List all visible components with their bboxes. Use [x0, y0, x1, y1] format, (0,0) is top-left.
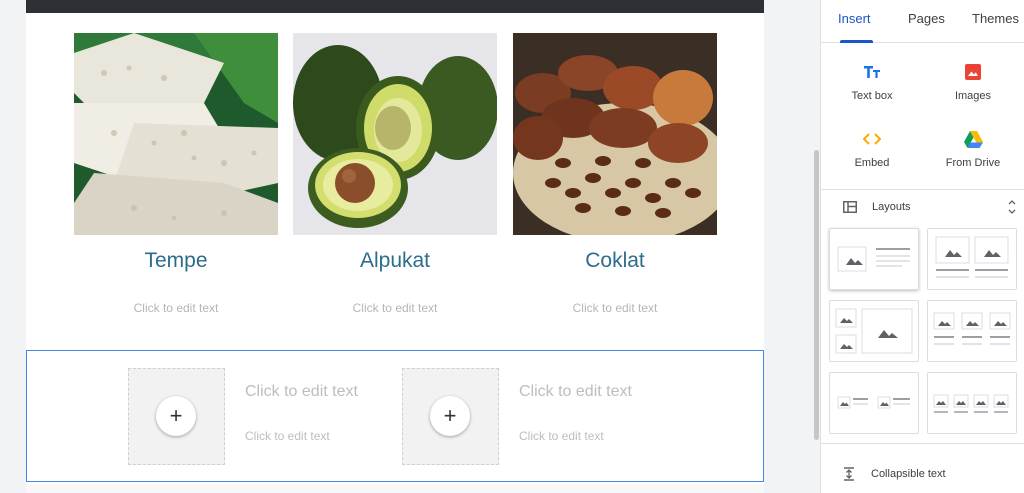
card-body-text[interactable]: Click to edit text — [293, 301, 497, 315]
right-panel: Insert Pages Themes Text box Images Embe… — [820, 0, 1024, 493]
card-title[interactable]: Alpukat — [293, 249, 497, 273]
layout-option-1[interactable] — [829, 228, 919, 290]
selected-section[interactable]: + Click to edit text Click to edit text … — [26, 350, 764, 482]
alpukat-image[interactable] — [293, 33, 497, 235]
insert-item-label: Text box — [851, 90, 893, 102]
add-image-button[interactable]: + — [430, 396, 470, 436]
tempe-image[interactable] — [74, 33, 278, 235]
panel-divider — [821, 443, 1024, 444]
add-image-button[interactable]: + — [156, 396, 196, 436]
insert-text-box-button[interactable]: Text box — [822, 62, 922, 102]
card-title[interactable]: Tempe — [74, 249, 278, 273]
tab-insert[interactable]: Insert — [838, 11, 871, 26]
placeholder-title[interactable]: Click to edit text — [245, 383, 358, 401]
panel-divider — [821, 189, 1024, 190]
text-box-icon — [822, 62, 922, 82]
image-placeholder[interactable]: + — [128, 368, 225, 465]
image-placeholder[interactable]: + — [402, 368, 499, 465]
layout-option-5[interactable] — [829, 372, 919, 434]
collapse-icon[interactable] — [1007, 200, 1017, 214]
insert-embed-button[interactable]: Embed — [822, 129, 922, 169]
next-section-edge — [26, 484, 764, 493]
collapsible-text-label: Collapsible text — [871, 468, 946, 480]
insert-item-label: From Drive — [945, 157, 1001, 169]
header-banner[interactable] — [26, 0, 764, 13]
embed-icon — [822, 129, 922, 149]
active-tab-indicator — [840, 40, 873, 43]
tab-themes[interactable]: Themes — [972, 11, 1019, 26]
card-coklat: Coklat Click to edit text — [513, 33, 717, 315]
layout-option-4[interactable] — [927, 300, 1017, 362]
layout-option-6[interactable] — [927, 372, 1017, 434]
layout-option-2[interactable] — [927, 228, 1017, 290]
card-alpukat: Alpukat Click to edit text — [293, 33, 497, 315]
layouts-label: Layouts — [872, 201, 911, 213]
card-body-text[interactable]: Click to edit text — [513, 301, 717, 315]
placeholder-body[interactable]: Click to edit text — [245, 429, 330, 443]
layout-option-3[interactable] — [829, 300, 919, 362]
tab-pages[interactable]: Pages — [908, 11, 945, 26]
insert-from-drive-button[interactable]: From Drive — [923, 129, 1023, 169]
drive-icon — [923, 129, 1023, 149]
placeholder-body[interactable]: Click to edit text — [519, 429, 604, 443]
coklat-image[interactable] — [513, 33, 717, 235]
collapsible-text-icon — [844, 467, 854, 481]
panel-tabs: Insert Pages Themes — [821, 0, 1024, 43]
insert-item-label: Images — [954, 90, 992, 102]
plus-icon: + — [443, 403, 457, 428]
insert-item-label: Embed — [854, 157, 890, 169]
card-title[interactable]: Coklat — [513, 249, 717, 273]
image-icon — [923, 62, 1023, 82]
insert-images-button[interactable]: Images — [923, 62, 1023, 102]
plus-icon: + — [169, 403, 183, 428]
card-tempe: Tempe Click to edit text — [74, 33, 278, 315]
site-page: Tempe Click to edit text Alpukat Click t… — [26, 0, 764, 493]
layouts-icon — [843, 201, 857, 213]
card-body-text[interactable]: Click to edit text — [74, 301, 278, 315]
placeholder-title[interactable]: Click to edit text — [519, 383, 632, 401]
canvas-scrollbar-thumb[interactable] — [814, 150, 819, 440]
